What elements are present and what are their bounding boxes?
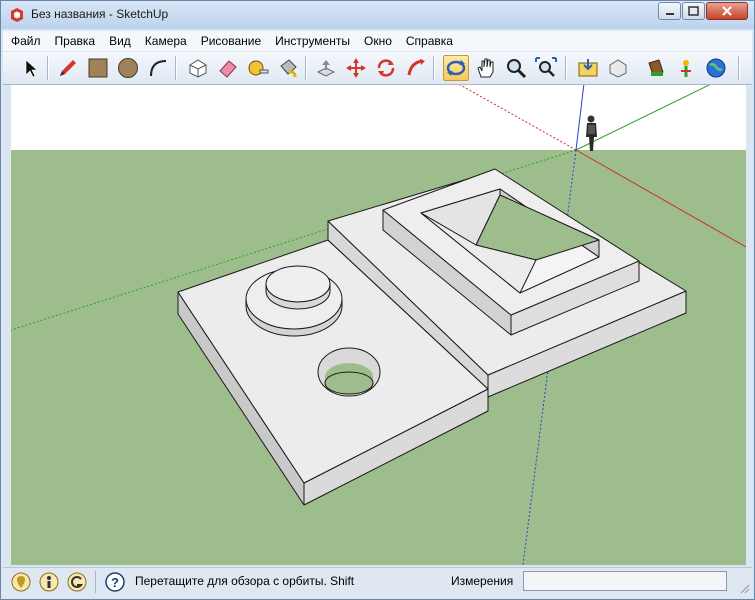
share-model-icon	[609, 59, 627, 78]
share-component-button[interactable]	[643, 55, 669, 81]
globe-icon	[706, 58, 726, 78]
eraser-icon	[219, 60, 237, 78]
magnifier-icon	[507, 59, 527, 79]
share-model-button[interactable]	[605, 55, 631, 81]
component-icon	[189, 59, 207, 78]
move-tool-button[interactable]	[343, 55, 369, 81]
measurements-input[interactable]	[523, 571, 727, 591]
menu-draw[interactable]: Рисование	[193, 34, 267, 48]
move-icon	[346, 58, 366, 78]
sign-in-icon[interactable]	[67, 572, 87, 592]
zoom-extents-button[interactable]	[533, 55, 559, 81]
window-title: Без названия - SketchUp	[31, 7, 169, 21]
push-pull-icon	[316, 60, 336, 77]
orbit-tool-button[interactable]	[443, 55, 469, 81]
zoom-tool-button[interactable]	[503, 55, 529, 81]
resize-grip-icon[interactable]	[740, 584, 750, 594]
scene-canvas[interactable]	[11, 85, 746, 565]
menu-bar: Файл Правка Вид Камера Рисование Инструм…	[3, 31, 752, 51]
rectangle-tool-button[interactable]	[85, 55, 111, 81]
section-button[interactable]	[673, 55, 699, 81]
tape-measure-button[interactable]	[245, 55, 271, 81]
push-pull-button[interactable]	[313, 55, 339, 81]
credits-icon[interactable]	[39, 572, 59, 592]
minimize-button[interactable]	[658, 2, 681, 20]
maximize-icon	[688, 6, 699, 16]
eraser-tool-button[interactable]	[215, 55, 241, 81]
tape-measure-icon	[248, 60, 269, 76]
get-models-icon	[578, 59, 598, 77]
sketchup-app-icon[interactable]	[9, 7, 25, 23]
share-component-icon	[648, 59, 664, 76]
geolocation-icon[interactable]	[11, 572, 31, 592]
section-icon	[681, 60, 691, 77]
rotate-icon	[377, 59, 395, 77]
menu-window[interactable]: Окно	[356, 34, 398, 48]
paint-bucket-button[interactable]	[275, 55, 301, 81]
menu-tools[interactable]: Инструменты	[267, 34, 356, 48]
rectangle-icon	[88, 58, 108, 78]
menu-file[interactable]: Файл	[3, 34, 47, 48]
hand-icon	[477, 58, 494, 78]
title-bar[interactable]: Без названия - SketchUp	[1, 1, 754, 29]
minimize-icon	[666, 13, 674, 15]
menu-help[interactable]: Справка	[398, 34, 459, 48]
menu-view[interactable]: Вид	[101, 34, 137, 48]
main-toolbar	[3, 52, 752, 85]
follow-me-icon	[407, 59, 425, 76]
make-component-button[interactable]	[185, 55, 211, 81]
paint-bucket-icon	[280, 59, 297, 78]
arc-tool-button[interactable]	[145, 55, 171, 81]
svg-text:?: ?	[111, 575, 119, 590]
orbit-icon	[446, 60, 466, 76]
3d-viewport[interactable]	[11, 85, 746, 565]
google-earth-button[interactable]	[703, 55, 729, 81]
zoom-extents-icon	[535, 57, 557, 77]
get-models-button[interactable]	[575, 55, 601, 81]
sky	[11, 85, 746, 150]
circle-tool-button[interactable]	[115, 55, 141, 81]
close-icon	[722, 6, 732, 16]
status-bar: ? Перетащите для обзора с орбиты. Shift …	[3, 567, 752, 596]
close-button[interactable]	[706, 2, 748, 20]
sketchup-window: Без названия - SketchUp Файл Правка Вид …	[0, 0, 755, 600]
select-tool-button[interactable]	[17, 55, 43, 81]
pencil-icon	[60, 60, 76, 76]
status-hint: Перетащите для обзора с орбиты. Shift	[135, 574, 355, 588]
measurements-label: Измерения	[451, 574, 514, 588]
arc-icon	[150, 60, 167, 77]
follow-me-button[interactable]	[403, 55, 429, 81]
menu-camera[interactable]: Камера	[137, 34, 193, 48]
help-icon[interactable]: ?	[105, 572, 125, 592]
circle-icon	[118, 58, 138, 78]
pan-tool-button[interactable]	[473, 55, 499, 81]
rotate-tool-button[interactable]	[373, 55, 399, 81]
arrow-cursor-icon	[25, 59, 38, 78]
pencil-tool-button[interactable]	[55, 55, 81, 81]
maximize-button[interactable]	[682, 2, 705, 20]
menu-edit[interactable]: Правка	[47, 34, 102, 48]
